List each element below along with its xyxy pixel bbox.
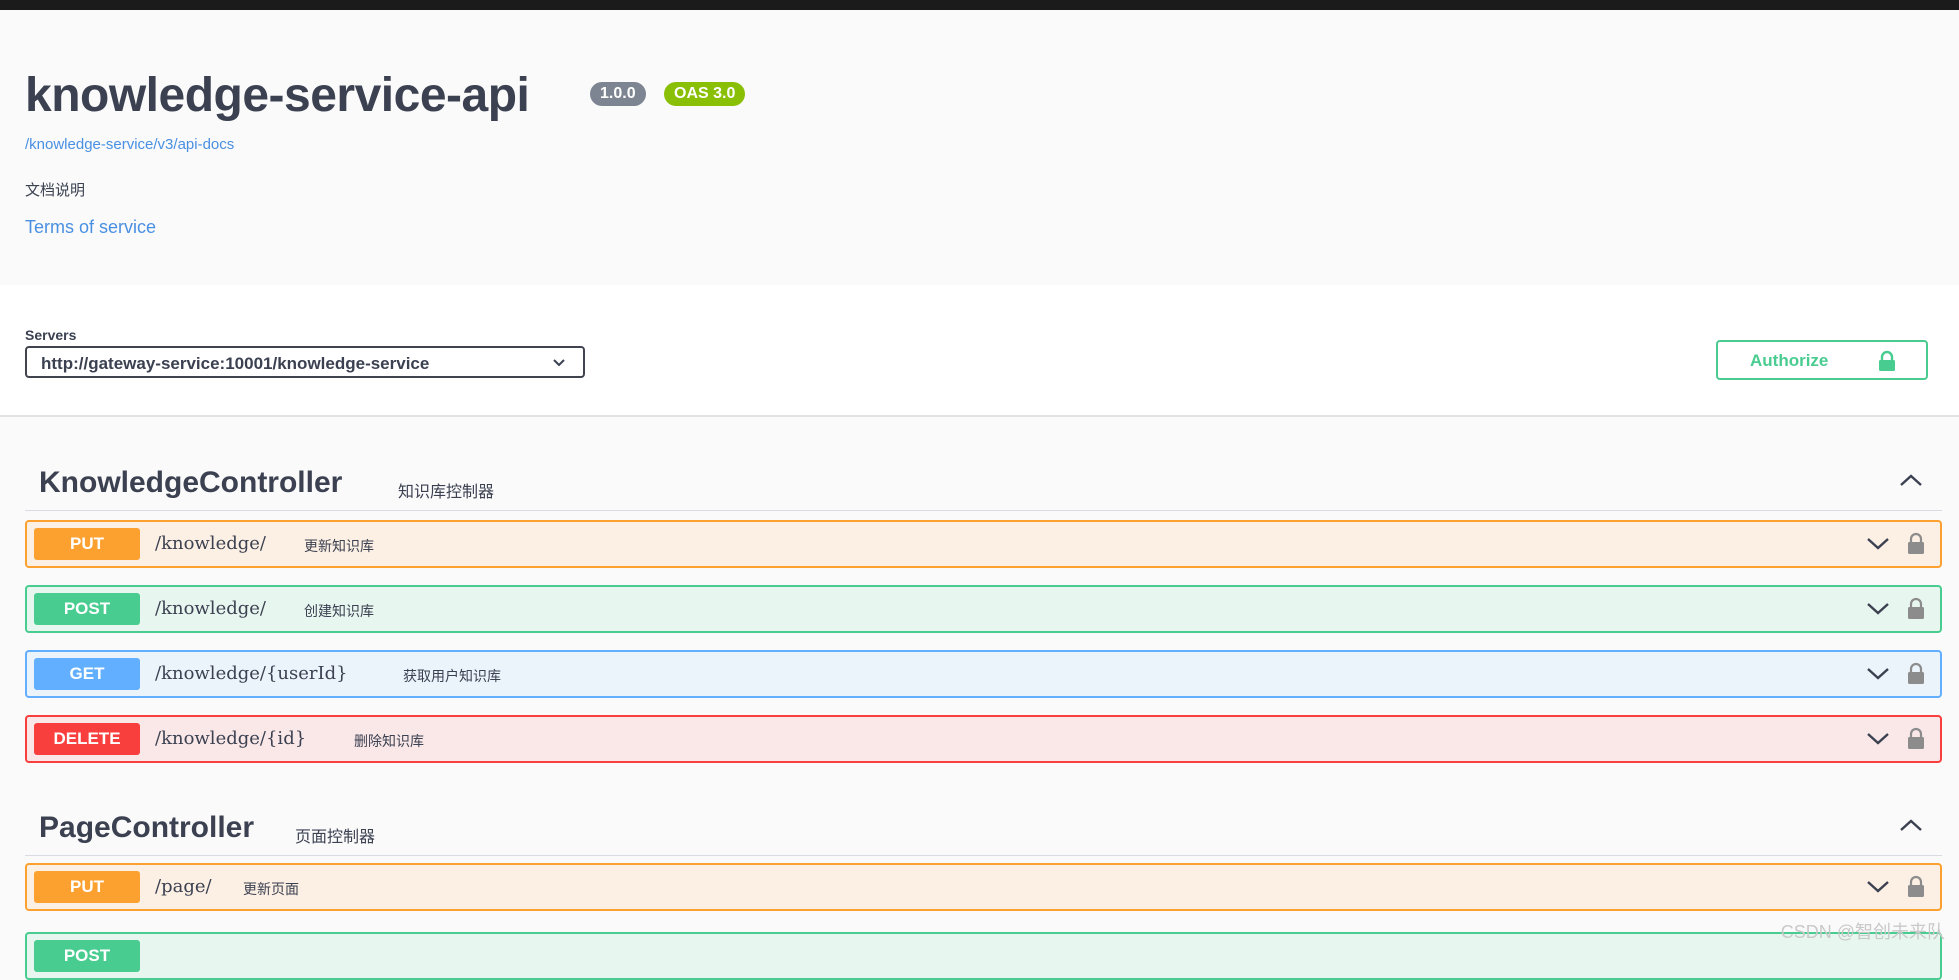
operation-put-page[interactable]: PUT /page/ 更新页面 <box>25 863 1942 911</box>
lock-icon[interactable] <box>1906 661 1926 685</box>
tag-description: 知识库控制器 <box>398 484 495 501</box>
method-badge: POST <box>34 593 140 625</box>
method-badge: GET <box>34 658 140 690</box>
lock-icon <box>1879 350 1895 371</box>
servers-select[interactable]: http://gateway-service:10001/knowledge-s… <box>25 346 585 378</box>
chevron-up-icon[interactable] <box>1898 472 1924 488</box>
lock-icon[interactable] <box>1906 726 1926 750</box>
api-title: knowledge-service-api <box>25 69 530 122</box>
api-description: 文档说明 <box>25 182 86 199</box>
authorize-button[interactable]: Authorize <box>1716 340 1928 380</box>
operation-post-knowledge[interactable]: POST /knowledge/ 创建知识库 <box>25 585 1942 633</box>
operation-path: /knowledge/{id} <box>155 728 307 749</box>
scheme-container: Servers http://gateway-service:10001/kno… <box>0 285 1959 417</box>
servers-selected-value: http://gateway-service:10001/knowledge-s… <box>41 354 430 373</box>
operation-summary: 创建知识库 <box>304 603 374 619</box>
operation-path: /page/ <box>155 876 212 897</box>
method-badge: DELETE <box>34 723 140 755</box>
info-section: knowledge-service-api 1.0.0 OAS 3.0 /kno… <box>0 10 1959 285</box>
tag-name: PageController <box>39 811 255 844</box>
lock-icon[interactable] <box>1906 596 1926 620</box>
servers-label: Servers <box>25 327 77 343</box>
tag-section-pagecontroller[interactable]: PageController 页面控制器 <box>25 785 1942 856</box>
chevron-down-icon <box>553 359 565 367</box>
operation-path: /knowledge/{userId} <box>155 663 348 684</box>
lock-icon[interactable] <box>1906 874 1926 898</box>
method-badge: POST <box>34 940 140 972</box>
chevron-down-icon[interactable] <box>1866 880 1890 894</box>
operation-delete-knowledge-id[interactable]: DELETE /knowledge/{id} 删除知识库 <box>25 715 1942 763</box>
method-badge: PUT <box>34 528 140 560</box>
operation-summary: 更新页面 <box>243 881 299 897</box>
oas-badge: OAS 3.0 <box>664 82 746 106</box>
operation-path: /knowledge/ <box>155 598 266 619</box>
operation-path: /knowledge/ <box>155 533 266 554</box>
operation-post-page[interactable]: POST <box>25 932 1942 980</box>
authorize-label: Authorize <box>1750 351 1829 370</box>
tag-name: KnowledgeController <box>39 466 343 499</box>
chevron-down-icon[interactable] <box>1866 732 1890 746</box>
operation-summary: 获取用户知识库 <box>403 668 501 684</box>
operation-put-knowledge[interactable]: PUT /knowledge/ 更新知识库 <box>25 520 1942 568</box>
tag-description: 页面控制器 <box>295 829 376 846</box>
chevron-down-icon[interactable] <box>1866 537 1890 551</box>
tag-section-knowledgecontroller[interactable]: KnowledgeController 知识库控制器 <box>25 440 1942 511</box>
operation-summary: 更新知识库 <box>304 538 374 554</box>
chevron-down-icon[interactable] <box>1866 667 1890 681</box>
version-badge: 1.0.0 <box>590 82 646 106</box>
api-docs-link[interactable]: /knowledge-service/v3/api-docs <box>25 136 234 153</box>
top-bar <box>0 0 1959 10</box>
terms-of-service-link[interactable]: Terms of service <box>25 217 156 238</box>
chevron-down-icon[interactable] <box>1866 602 1890 616</box>
lock-icon[interactable] <box>1906 531 1926 555</box>
operation-get-knowledge-userid[interactable]: GET /knowledge/{userId} 获取用户知识库 <box>25 650 1942 698</box>
watermark: CSDN @智创未来队 <box>1780 922 1945 942</box>
chevron-up-icon[interactable] <box>1898 817 1924 833</box>
operation-summary: 删除知识库 <box>354 733 424 749</box>
method-badge: PUT <box>34 871 140 903</box>
